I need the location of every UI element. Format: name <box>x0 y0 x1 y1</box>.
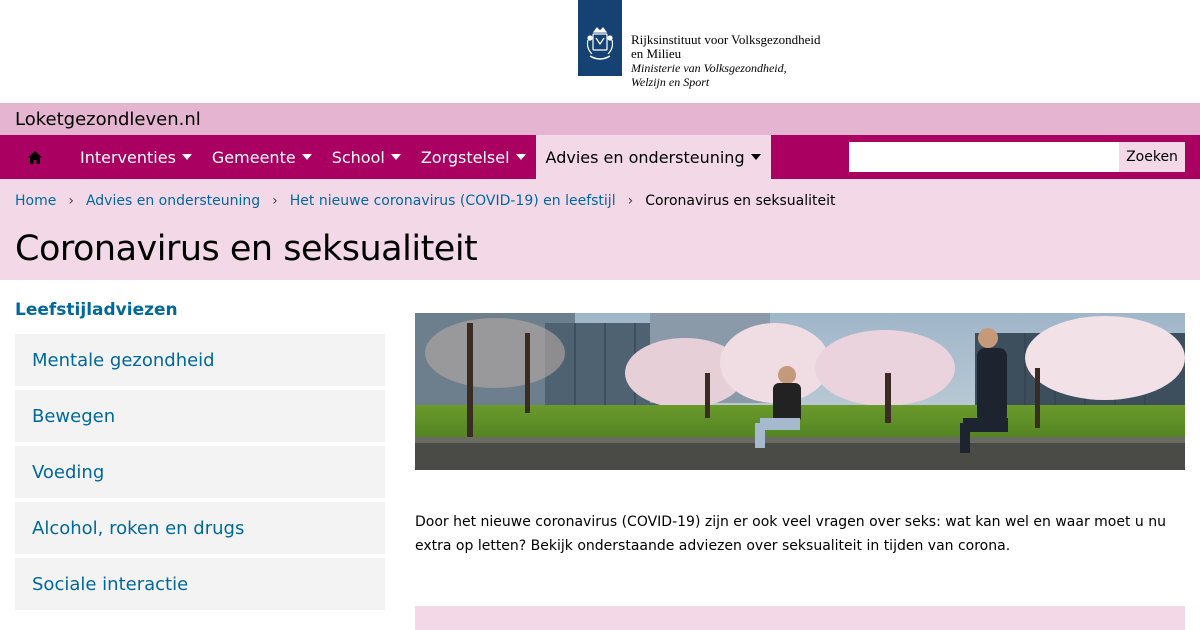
breadcrumb-separator: › <box>627 193 634 209</box>
caret-down-icon <box>301 154 312 160</box>
breadcrumb-separator: › <box>68 193 74 209</box>
nav-item-interventies[interactable]: Interventies <box>70 135 202 179</box>
sidebar-item-mentale-gezondheid[interactable]: Mentale gezondheid <box>15 334 385 386</box>
nav-item-label: Zorgstelsel <box>420 147 510 167</box>
title-area: Home › Advies en ondersteuning › Het nie… <box>0 179 1200 280</box>
sidebar-item-bewegen[interactable]: Bewegen <box>15 390 385 442</box>
intro-text: Door het nieuwe coronavirus (COVID-19) z… <box>415 514 1166 554</box>
crest-icon <box>586 27 614 60</box>
breadcrumb-link-advies[interactable]: Advies en ondersteuning <box>86 193 260 209</box>
sidebar-title: Leefstijladviezen <box>15 300 178 320</box>
nav-item-zorgstelsel[interactable]: Zorgstelsel <box>411 135 536 179</box>
nav-item-school[interactable]: School <box>322 135 411 179</box>
sidebar-list: Mentale gezondheid Bewegen Voeding Alcoh… <box>15 334 385 614</box>
site-name-link[interactable]: Loketgezondleven.nl <box>15 109 201 130</box>
nav-item-gemeente[interactable]: Gemeente <box>202 135 322 179</box>
breadcrumb-separator: › <box>272 193 278 209</box>
logo-block[interactable] <box>578 0 622 76</box>
nav-item-advies[interactable]: Advies en ondersteuning <box>535 135 771 179</box>
top-header: Rijksinstituut voor Volksgezondheid en M… <box>0 0 1200 103</box>
caret-down-icon <box>390 154 401 160</box>
park-photo <box>415 313 1185 470</box>
breadcrumb: Home › Advies en ondersteuning › Het nie… <box>15 193 836 209</box>
logo-sub2: Welzijn en Sport <box>631 75 710 89</box>
hero-image <box>415 313 1185 470</box>
home-icon <box>28 150 42 164</box>
page-title: Coronavirus en seksualiteit <box>15 229 478 269</box>
pink-content-box <box>415 606 1185 630</box>
nav-item-label: Gemeente <box>211 147 296 167</box>
content-area: Leefstijladviezen Mentale gezondheid Bew… <box>0 280 1200 630</box>
caret-down-icon <box>750 154 761 160</box>
breadcrumb-link-coronavirus[interactable]: Het nieuwe coronavirus (COVID-19) en lee… <box>290 193 616 209</box>
caret-down-icon <box>181 154 192 160</box>
logo-line1: Rijksinstituut voor Volksgezondheid <box>631 32 821 47</box>
logo-sub1: Ministerie van Volksgezondheid, <box>631 61 787 75</box>
caret-down-icon <box>515 154 526 160</box>
search-input[interactable] <box>849 142 1119 172</box>
site-bar: Loketgezondleven.nl <box>0 103 1200 135</box>
nav-item-label: Interventies <box>80 147 176 167</box>
sidebar-item-alcohol[interactable]: Alcohol, roken en drugs <box>15 502 385 554</box>
nav-item-label: Advies en ondersteuning <box>545 147 745 167</box>
logo-line2: en Milieu <box>631 46 682 61</box>
breadcrumb-link-home[interactable]: Home <box>15 193 56 209</box>
main-nav: Interventies Gemeente School Zorgstelsel… <box>0 135 1200 179</box>
search-form: Zoeken <box>849 142 1185 172</box>
sidebar-item-voeding[interactable]: Voeding <box>15 446 385 498</box>
nav-home-button[interactable] <box>0 135 70 179</box>
search-button[interactable]: Zoeken <box>1119 142 1185 172</box>
sidebar-item-sociale-interactie[interactable]: Sociale interactie <box>15 558 385 610</box>
breadcrumb-current: Coronavirus en seksualiteit <box>645 193 836 209</box>
nav-item-label: School <box>331 147 385 167</box>
logo-text: Rijksinstituut voor Volksgezondheid en M… <box>631 32 821 90</box>
